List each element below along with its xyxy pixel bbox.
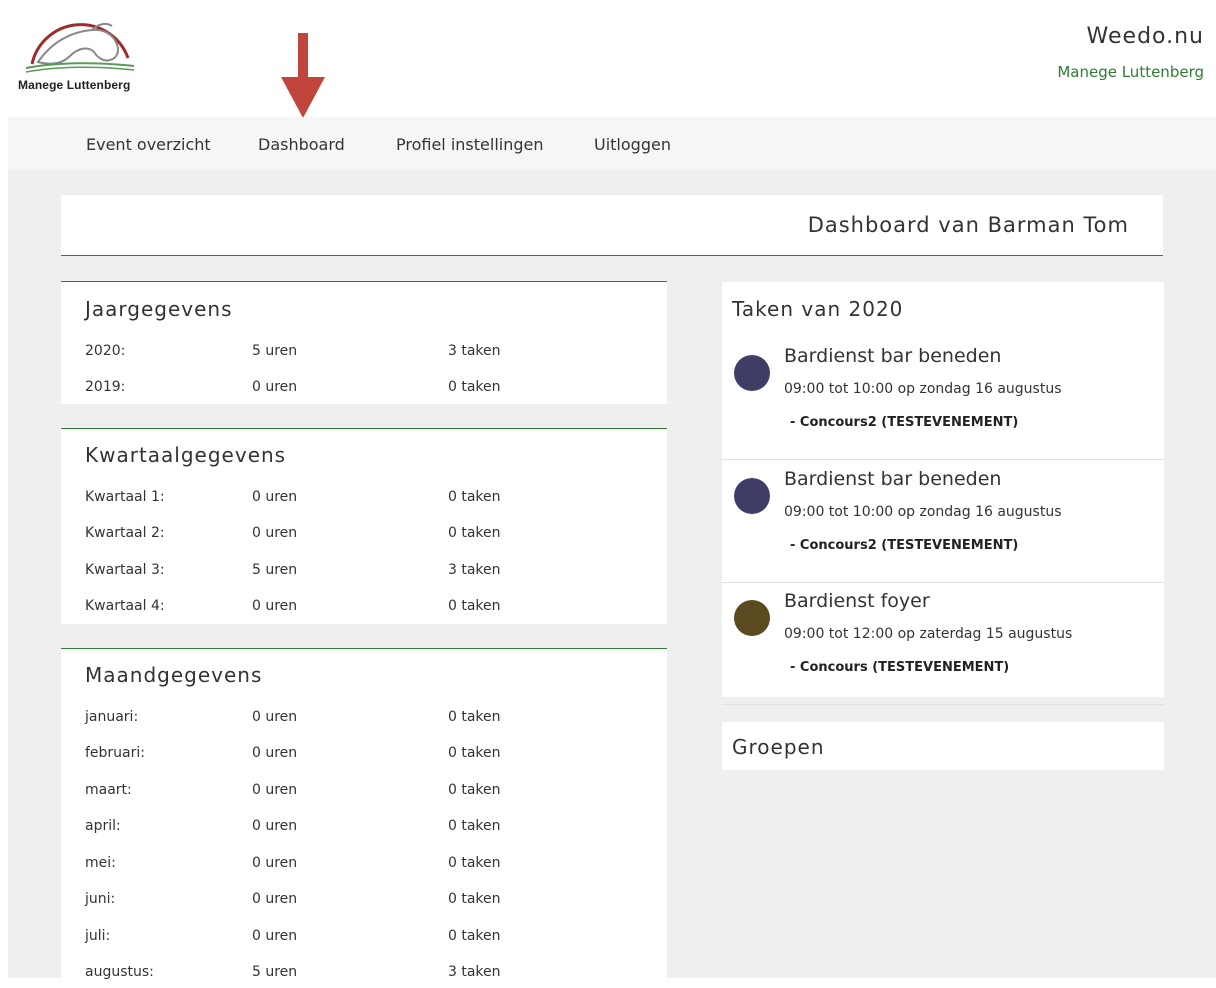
row-label: Kwartaal 1:	[85, 489, 165, 505]
row-hours: 0 uren	[252, 745, 298, 761]
row-tasks: 0 taken	[448, 709, 501, 725]
task-event: - Concours2 (TESTEVENEMENT)	[790, 538, 1019, 553]
table-row: mei: 0 uren 0 taken	[61, 855, 667, 879]
task-color-dot	[734, 355, 770, 391]
table-row: 2019: 0 uren 0 taken	[61, 379, 667, 403]
main-nav: Event overzicht Dashboard Profiel instel…	[8, 117, 1216, 170]
page-title: Dashboard van Barman Tom	[807, 213, 1129, 237]
row-tasks: 0 taken	[448, 928, 501, 944]
card-title: Maandgegevens	[85, 663, 263, 687]
row-hours: 0 uren	[252, 598, 298, 614]
horse-logo-icon	[25, 22, 135, 73]
task-color-dot	[734, 600, 770, 636]
row-label: Kwartaal 4:	[85, 598, 165, 614]
row-hours: 0 uren	[252, 782, 298, 798]
row-hours: 0 uren	[252, 891, 298, 907]
row-tasks: 3 taken	[448, 343, 501, 359]
row-label: 2019:	[85, 379, 126, 395]
task-event: - Concours (TESTEVENEMENT)	[790, 660, 1010, 675]
row-hours: 0 uren	[252, 928, 298, 944]
row-hours: 0 uren	[252, 709, 298, 725]
row-label: Kwartaal 2:	[85, 525, 165, 541]
row-label: mei:	[85, 855, 116, 871]
tasks-title: Taken van 2020	[732, 297, 904, 321]
table-row: maart: 0 uren 0 taken	[61, 782, 667, 806]
row-hours: 0 uren	[252, 379, 298, 395]
card-title: Jaargegevens	[85, 297, 233, 321]
row-label: februari:	[85, 745, 145, 761]
page-header: Manege Luttenberg Weedo.nu Manege Lutten…	[0, 0, 1216, 118]
brand-title: Weedo.nu	[1086, 24, 1204, 49]
table-row: 2020: 5 uren 3 taken	[61, 343, 667, 367]
groups-title: Groepen	[732, 735, 825, 759]
row-tasks: 0 taken	[448, 379, 501, 395]
table-row: juli: 0 uren 0 taken	[61, 928, 667, 952]
row-label: juni:	[85, 891, 116, 907]
row-label: 2020:	[85, 343, 126, 359]
row-tasks: 0 taken	[448, 745, 501, 761]
row-tasks: 3 taken	[448, 562, 501, 578]
row-tasks: 0 taken	[448, 855, 501, 871]
row-label: juli:	[85, 928, 111, 944]
brand-subtitle[interactable]: Manege Luttenberg	[1057, 63, 1204, 81]
row-tasks: 0 taken	[448, 598, 501, 614]
row-tasks: 0 taken	[448, 525, 501, 541]
row-label: april:	[85, 818, 121, 834]
row-hours: 0 uren	[252, 489, 298, 505]
card-kwartaalgegevens: Kwartaalgegevens Kwartaal 1: 0 uren 0 ta…	[61, 428, 667, 624]
task-time: 09:00 tot 10:00 op zondag 16 augustus	[784, 381, 1062, 397]
brand: Weedo.nu Manege Luttenberg	[1057, 24, 1204, 81]
groups-panel: Groepen	[722, 722, 1164, 770]
row-tasks: 0 taken	[448, 782, 501, 798]
table-row: Kwartaal 1: 0 uren 0 taken	[61, 489, 667, 513]
table-row: februari: 0 uren 0 taken	[61, 745, 667, 769]
table-row: juni: 0 uren 0 taken	[61, 891, 667, 915]
card-maandgegevens: Maandgegevens januari: 0 uren 0 taken fe…	[61, 648, 667, 980]
task-item[interactable]: Bardienst foyer 09:00 tot 12:00 op zater…	[722, 582, 1164, 705]
down-arrow-icon	[281, 33, 325, 118]
table-row: Kwartaal 3: 5 uren 3 taken	[61, 562, 667, 586]
row-label: januari:	[85, 709, 139, 725]
task-time: 09:00 tot 12:00 op zaterdag 15 augustus	[784, 626, 1073, 642]
dashboard-header: Dashboard van Barman Tom	[61, 195, 1163, 256]
task-title: Bardienst foyer	[784, 590, 930, 612]
row-label: Kwartaal 3:	[85, 562, 165, 578]
row-tasks: 0 taken	[448, 489, 501, 505]
task-color-dot	[734, 478, 770, 514]
table-row: april: 0 uren 0 taken	[61, 818, 667, 842]
task-event: - Concours2 (TESTEVENEMENT)	[790, 415, 1019, 430]
task-title: Bardienst bar beneden	[784, 468, 1002, 490]
logo[interactable]: Manege Luttenberg	[18, 12, 158, 97]
row-tasks: 0 taken	[448, 891, 501, 907]
task-item[interactable]: Bardienst bar beneden 09:00 tot 10:00 op…	[722, 460, 1164, 583]
table-row: Kwartaal 2: 0 uren 0 taken	[61, 525, 667, 549]
table-row: augustus: 5 uren 3 taken	[61, 964, 667, 988]
row-hours: 5 uren	[252, 562, 298, 578]
row-hours: 0 uren	[252, 818, 298, 834]
row-hours: 5 uren	[252, 343, 298, 359]
task-time: 09:00 tot 10:00 op zondag 16 augustus	[784, 504, 1062, 520]
tasks-panel: Taken van 2020 Bardienst bar beneden 09:…	[722, 282, 1164, 705]
task-title: Bardienst bar beneden	[784, 345, 1002, 367]
row-hours: 0 uren	[252, 525, 298, 541]
nav-item-dashboard[interactable]: Dashboard	[258, 135, 345, 154]
table-row: Kwartaal 4: 0 uren 0 taken	[61, 598, 667, 622]
nav-item-event-overzicht[interactable]: Event overzicht	[86, 135, 211, 154]
nav-item-uitloggen[interactable]: Uitloggen	[594, 135, 671, 154]
nav-item-profiel-instellingen[interactable]: Profiel instellingen	[396, 135, 544, 154]
row-label: maart:	[85, 782, 132, 798]
row-hours: 0 uren	[252, 855, 298, 871]
table-row: januari: 0 uren 0 taken	[61, 709, 667, 733]
card-title: Kwartaalgegevens	[85, 443, 287, 467]
card-jaargegevens: Jaargegevens 2020: 5 uren 3 taken 2019: …	[61, 281, 667, 404]
task-item[interactable]: Bardienst bar beneden 09:00 tot 10:00 op…	[722, 337, 1164, 460]
logo-text: Manege Luttenberg	[18, 78, 131, 92]
row-tasks: 0 taken	[448, 818, 501, 834]
